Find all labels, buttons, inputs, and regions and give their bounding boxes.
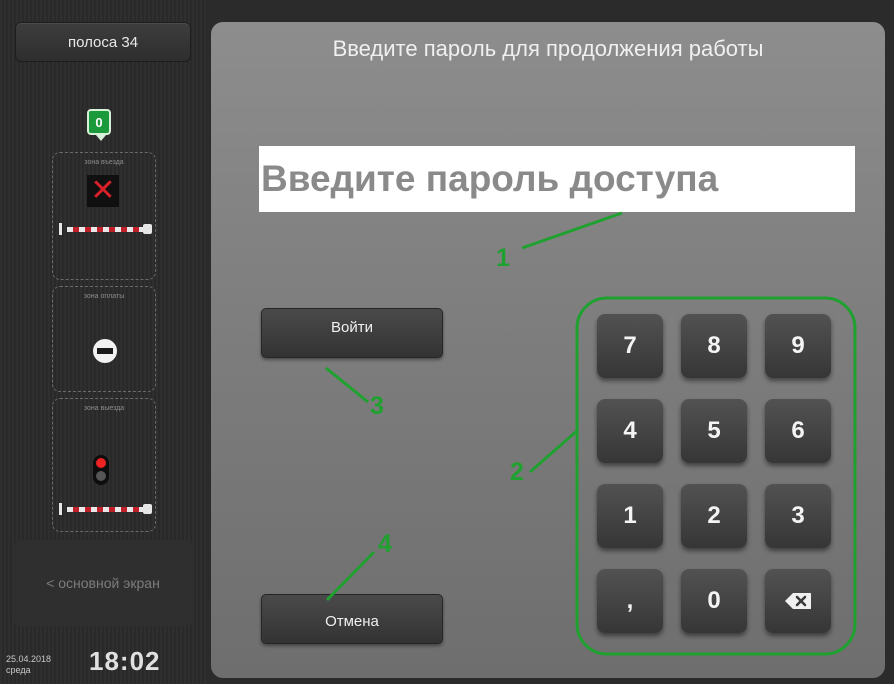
key-8[interactable]: 8 [681, 314, 747, 378]
lane-button[interactable]: полоса 34 [15, 22, 191, 62]
key-3[interactable]: 3 [765, 484, 831, 548]
annotation-label-4: 4 [378, 530, 392, 558]
cancel-button[interactable]: Отмена [261, 594, 443, 644]
annotation-label-1: 1 [496, 244, 510, 272]
entry-zone-label: зона въезда [84, 159, 124, 166]
date-display: 25.04.2018 среда [6, 654, 51, 676]
key-comma[interactable]: , [597, 569, 663, 633]
barrier-icon [59, 503, 153, 515]
password-input[interactable] [259, 146, 855, 212]
backspace-icon [785, 593, 811, 609]
clock: 18:02 [89, 646, 161, 676]
main-screen-button[interactable]: < основной экран [14, 540, 192, 626]
key-0[interactable]: 0 [681, 569, 747, 633]
key-7[interactable]: 7 [597, 314, 663, 378]
key-1[interactable]: 1 [597, 484, 663, 548]
key-9[interactable]: 9 [765, 314, 831, 378]
weekday-text: среда [6, 665, 31, 675]
payment-zone-label: зона оплаты [83, 293, 125, 300]
key-6[interactable]: 6 [765, 399, 831, 463]
numeric-keypad: 7 8 9 4 5 6 1 2 3 , 0 [597, 314, 835, 642]
key-5[interactable]: 5 [681, 399, 747, 463]
payment-zone: зона оплаты [52, 286, 156, 392]
annotation-label-3: 3 [370, 392, 384, 420]
barrier-icon [59, 223, 153, 235]
no-entry-icon [93, 339, 117, 363]
vehicle-counter-badge: 0 [87, 109, 111, 141]
key-2[interactable]: 2 [681, 484, 747, 548]
login-button[interactable]: Войти [261, 308, 443, 358]
annotation-label-2: 2 [510, 458, 524, 486]
red-x-icon: ✕ [87, 175, 119, 207]
password-panel: Введите пароль для продолжения работы Во… [211, 22, 885, 678]
traffic-light-icon [93, 455, 109, 485]
exit-zone: зона выезда [52, 398, 156, 532]
page-title: Введите пароль для продолжения работы [332, 36, 764, 61]
entry-zone: зона въезда ✕ [52, 152, 156, 280]
sidebar: полоса 34 0 зона въезда ✕ зона оплаты зо… [0, 0, 206, 684]
date-text: 25.04.2018 [6, 654, 52, 664]
key-4[interactable]: 4 [597, 399, 663, 463]
exit-zone-label: зона выезда [83, 405, 125, 412]
backspace-button[interactable] [765, 569, 831, 633]
